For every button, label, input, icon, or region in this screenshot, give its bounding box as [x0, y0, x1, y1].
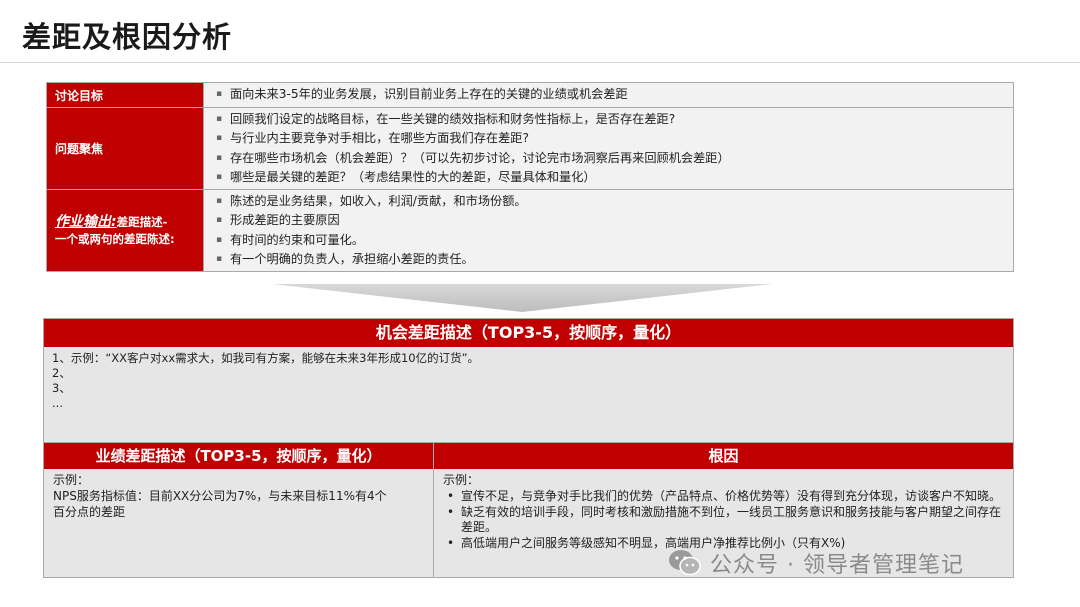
watermark: 公众号 · 领导者管理笔记 — [668, 547, 964, 579]
watermark-text: 公众号 · 领导者管理笔记 — [710, 553, 964, 578]
content-work-output: 陈述的是业务结果，如收入，利润/贡献，和市场份额。 形成差距的主要原因 有时间的… — [204, 190, 1013, 272]
list-item: 有时间的约束和可量化。 — [212, 231, 1005, 251]
list-item: 面向未来3-5年的业务发展，识别目前业务上存在的关键的业绩或机会差距 — [212, 85, 1005, 105]
title-divider — [0, 62, 1080, 63]
opportunity-gap-body: 1、示例：“XX客户对xx需求大，如我司有方案，能够在未来3年形成10亿的订货”… — [44, 347, 1013, 443]
root-cause-item: 宣传不足，与竞争对手比我们的优势（产品特点、价格优势等）没有得到充分体现，访谈客… — [443, 489, 1004, 505]
performance-line: 示例： — [53, 473, 90, 487]
opportunity-line: 3、 — [52, 381, 71, 395]
list-item: 存在哪些市场机会（机会差距）？（可以先初步讨论，讨论完市场洞察后再来回顾机会差距… — [212, 149, 1005, 169]
root-cause-item: 缺乏有效的培训手段，同时考核和激励措施不到位，一线员工服务意识和服务技能与客户期… — [443, 505, 1004, 537]
opportunity-line: 1、示例：“XX客户对xx需求大，如我司有方案，能够在未来3年形成10亿的订货”… — [52, 351, 480, 365]
list-item: 陈述的是业务结果，如收入，利润/贡献，和市场份额。 — [212, 192, 1005, 212]
content-discussion-goal: 面向未来3-5年的业务发展，识别目前业务上存在的关键的业绩或机会差距 — [204, 83, 1013, 107]
row-problem-focus: 问题聚焦 回顾我们设定的战略目标，在一些关键的绩效指标和财务性指标上，是否存在差… — [47, 108, 1013, 191]
gap-analysis-panel: 机会差距描述（TOP3-5，按顺序，量化） 1、示例：“XX客户对xx需求大，如… — [43, 318, 1014, 578]
performance-gap-column: 业绩差距描述（TOP3-5，按顺序，量化） 示例： NPS服务指标值：目前XX分… — [44, 443, 434, 577]
list-item: 回顾我们设定的战略目标，在一些关键的绩效指标和财务性指标上，是否存在差距? — [212, 110, 1005, 130]
performance-gap-body: 示例： NPS服务指标值：目前XX分公司为7%，与未来目标11%有4个 百分点的… — [44, 469, 433, 577]
opportunity-line: ... — [52, 396, 63, 410]
discussion-table: 讨论目标 面向未来3-5年的业务发展，识别目前业务上存在的关键的业绩或机会差距 … — [46, 82, 1014, 273]
content-problem-focus: 回顾我们设定的战略目标，在一些关键的绩效指标和财务性指标上，是否存在差距? 与行… — [204, 108, 1013, 190]
performance-line: 百分点的差距 — [53, 504, 126, 519]
label-discussion-goal: 讨论目标 — [47, 83, 204, 107]
page-title: 差距及根因分析 — [22, 20, 233, 54]
opportunity-line: 2、 — [52, 366, 71, 380]
root-cause-intro: 示例： — [443, 473, 480, 487]
down-arrow-icon — [272, 284, 772, 312]
opportunity-gap-header: 机会差距描述（TOP3-5，按顺序，量化） — [44, 319, 1013, 347]
list-item: 哪些是最关键的差距？（考虑结果性的大的差距，尽量具体和量化） — [212, 168, 1005, 188]
performance-line: NPS服务指标值：目前XX分公司为7%，与未来目标11%有4个 — [53, 488, 387, 503]
wechat-icon — [669, 550, 701, 576]
row-discussion-goal: 讨论目标 面向未来3-5年的业务发展，识别目前业务上存在的关键的业绩或机会差距 — [47, 83, 1013, 108]
root-cause-header: 根因 — [434, 443, 1013, 469]
list-item: 与行业内主要竞争对手相比，在哪些方面我们存在差距? — [212, 129, 1005, 149]
label-problem-focus: 问题聚焦 — [47, 108, 204, 190]
label-work-output-line2: 一个或两句的差距陈述: — [55, 231, 175, 246]
row-work-output: 作业输出:差距描述- 一个或两句的差距陈述: 陈述的是业务结果，如收入，利润/贡… — [47, 190, 1013, 272]
list-item: 有一个明确的负责人，承担缩小差距的责任。 — [212, 250, 1005, 270]
list-item: 形成差距的主要原因 — [212, 211, 1005, 231]
label-work-output: 作业输出:差距描述- 一个或两句的差距陈述: — [47, 190, 204, 272]
label-work-output-rest: 差距描述- — [116, 214, 168, 229]
label-work-output-italic: 作业输出: — [55, 213, 117, 230]
performance-gap-header: 业绩差距描述（TOP3-5，按顺序，量化） — [44, 443, 433, 469]
